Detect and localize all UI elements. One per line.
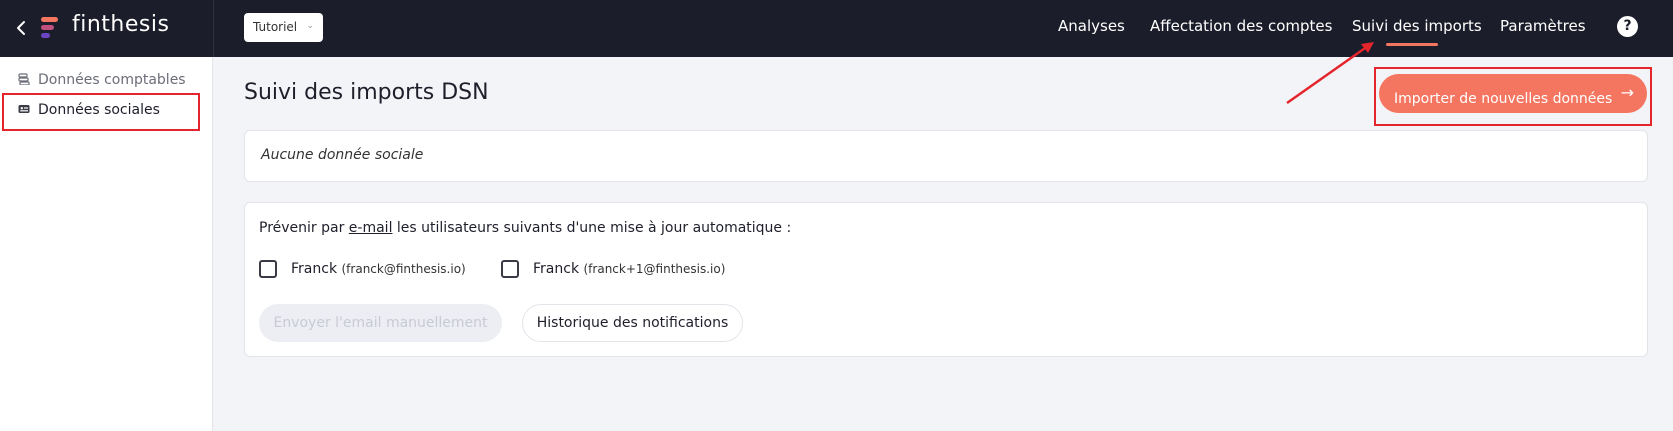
notification-history-button[interactable]: Historique des notifications (522, 304, 743, 342)
page-title: Suivi des imports DSN (244, 80, 489, 105)
top-bar: finthesis Tutoriel ⌄ Analyses Affectatio… (0, 0, 1673, 57)
workspace-label: Tutoriel (253, 20, 298, 34)
notify-instruction: Prévenir par e-mail les utilisateurs sui… (259, 220, 792, 236)
nav-affectation-des-comptes[interactable]: Affectation des comptes (1150, 17, 1332, 35)
stack-icon (18, 73, 30, 86)
active-tab-indicator (1386, 43, 1438, 46)
user-checkbox[interactable] (259, 260, 277, 278)
sidebar-item-label: Données comptables (38, 72, 186, 88)
user-label: Franck (franck+1@finthesis.io) (533, 261, 726, 277)
divider (213, 0, 214, 57)
user-label: Franck (franck@finthesis.io) (291, 261, 466, 277)
nav-parametres[interactable]: Paramètres (1500, 17, 1586, 35)
nav-analyses[interactable]: Analyses (1058, 17, 1125, 35)
annotation-highlight-box (1374, 67, 1652, 126)
chevron-down-icon: ⌄ (306, 21, 314, 31)
empty-message: Aucune donnée sociale (261, 147, 424, 163)
sidebar-item-donnees-comptables[interactable]: Données comptables (18, 72, 186, 88)
empty-state-card: Aucune donnée sociale (244, 130, 1648, 182)
email-link[interactable]: e-mail (349, 220, 393, 236)
app-logo-text: finthesis (72, 12, 170, 37)
user-email: (franck@finthesis.io) (341, 262, 466, 276)
nav-suivi-des-imports[interactable]: Suivi des imports (1352, 17, 1482, 35)
annotation-highlight-box (2, 93, 200, 131)
send-email-button[interactable]: Envoyer l'email manuellement (259, 304, 502, 342)
annotation-arrow-icon (1286, 42, 1374, 105)
chevron-left-icon[interactable] (12, 17, 32, 39)
notification-card: Prévenir par e-mail les utilisateurs sui… (244, 202, 1648, 357)
user-email: (franck+1@finthesis.io) (583, 262, 726, 276)
workspace-select[interactable]: Tutoriel ⌄ (244, 13, 323, 42)
finthesis-logo-icon (41, 16, 61, 40)
help-icon[interactable]: ? (1617, 16, 1638, 37)
user-checkbox[interactable] (501, 260, 519, 278)
